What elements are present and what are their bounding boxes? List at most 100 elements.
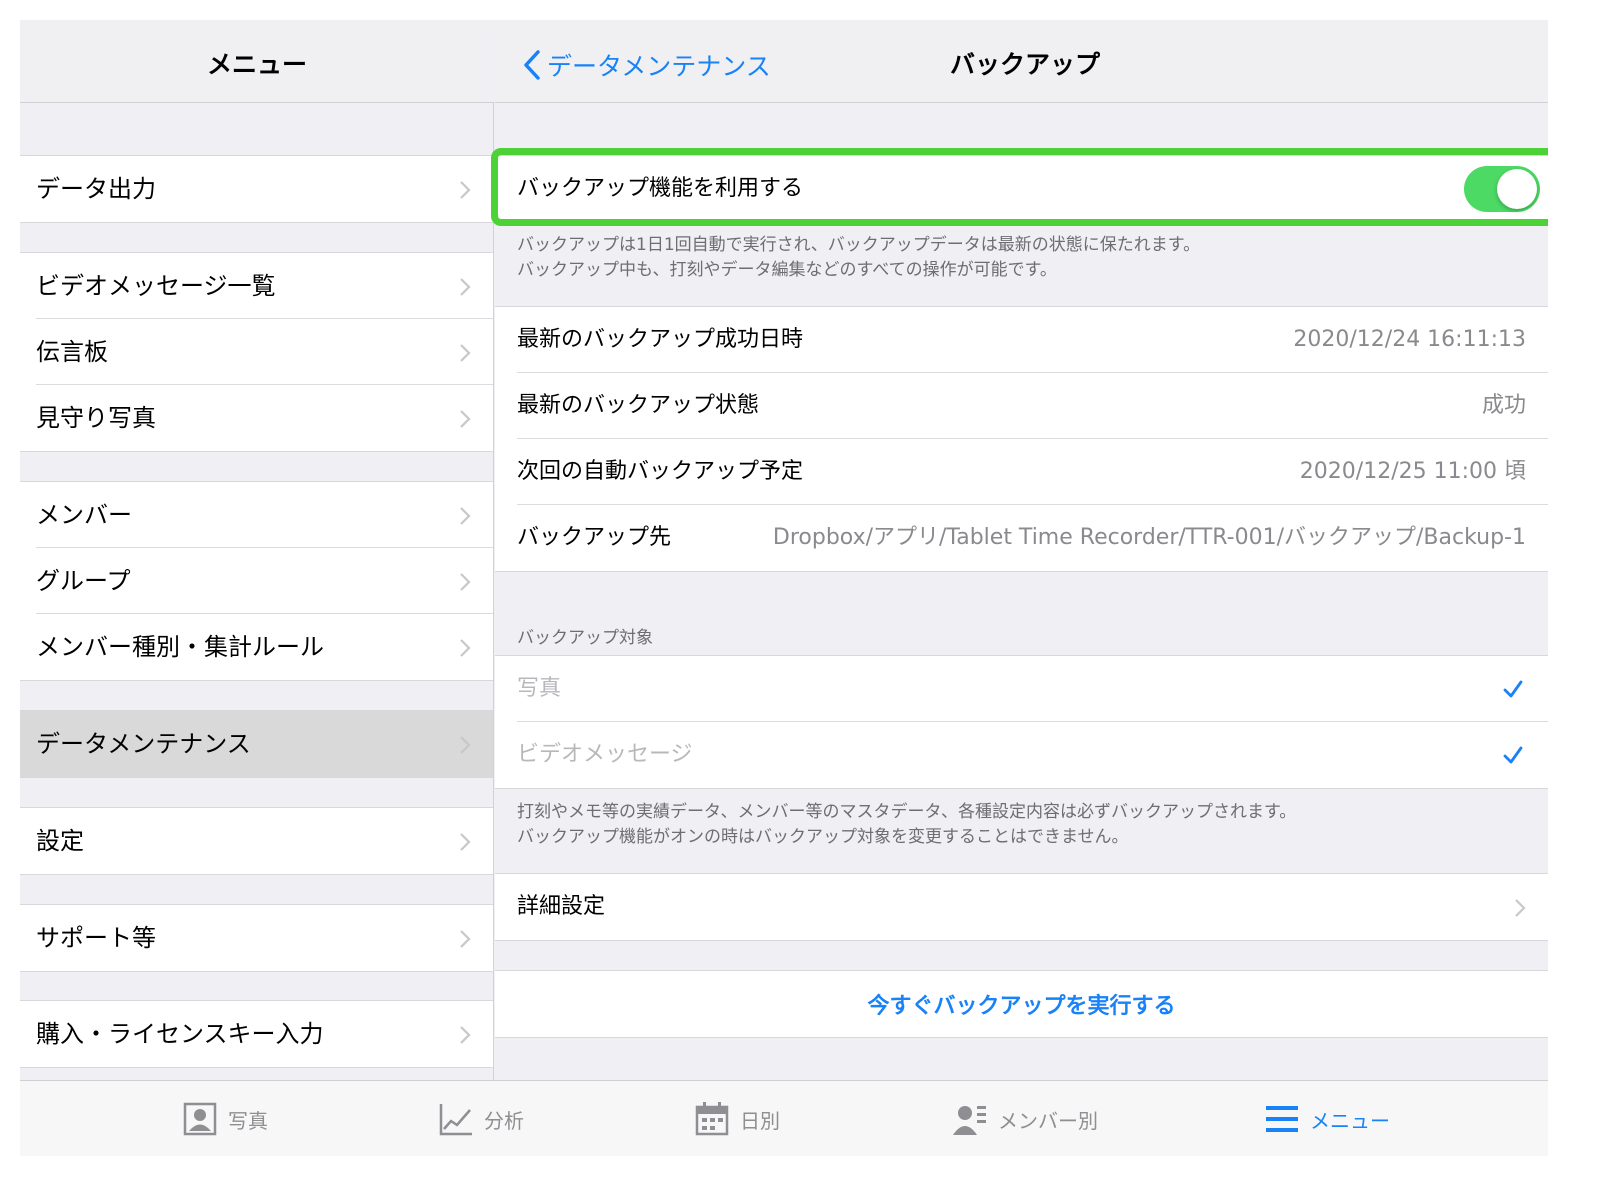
detail-nav-bar: データメンテナンス バックアップ bbox=[495, 20, 1548, 103]
last-status-label: 最新のバックアップ状態 bbox=[517, 393, 760, 418]
sidebar-group-export: データ出力 bbox=[20, 155, 493, 223]
hamburger-menu-icon bbox=[1266, 1106, 1298, 1132]
chevron-right-icon bbox=[459, 572, 471, 592]
last-status-row: 最新のバックアップ状態 成功 bbox=[517, 373, 1548, 439]
toggle-knob bbox=[1497, 169, 1537, 209]
tab-photos[interactable]: 写真 bbox=[182, 1081, 268, 1156]
chevron-right-icon bbox=[459, 832, 471, 852]
backup-toggle-group: バックアップ機能を利用する bbox=[495, 155, 1548, 223]
calendar-icon bbox=[695, 1102, 729, 1136]
sidebar-item-label: データメンテナンス bbox=[36, 730, 251, 758]
checkmark-icon bbox=[1502, 744, 1524, 766]
advanced-group: 詳細設定 bbox=[495, 873, 1548, 941]
app-screen: メニュー データ出力 ビデオメッセージ一覧 伝言板 見守り写真 メンバー グルー… bbox=[20, 20, 1548, 1156]
sidebar: メニュー データ出力 ビデオメッセージ一覧 伝言板 見守り写真 メンバー グルー… bbox=[20, 20, 494, 1080]
sidebar-item-purchase-license[interactable]: 購入・ライセンスキー入力 bbox=[36, 1001, 493, 1067]
backup-status-group: 最新のバックアップ成功日時 2020/12/24 16:11:13 最新のバック… bbox=[495, 306, 1548, 572]
sidebar-item-label: 設定 bbox=[36, 827, 84, 855]
tab-label: 写真 bbox=[228, 1108, 268, 1133]
back-button[interactable]: データメンテナンス bbox=[523, 48, 771, 82]
sidebar-item-label: データ出力 bbox=[36, 175, 156, 203]
target-photos-row[interactable]: 写真 bbox=[517, 656, 1548, 722]
tab-daily[interactable]: 日別 bbox=[694, 1081, 780, 1156]
note-line: バックアップは1日1回自動で実行され、バックアップデータは最新の状態に保たれます… bbox=[517, 235, 1201, 255]
tab-label: 分析 bbox=[484, 1108, 524, 1133]
sidebar-item-member-types[interactable]: メンバー種別・集計ルール bbox=[36, 614, 493, 680]
sidebar-group-maintenance: データメンテナンス bbox=[20, 710, 493, 778]
sidebar-item-video-messages[interactable]: ビデオメッセージ一覧 bbox=[36, 253, 493, 319]
back-button-label: データメンテナンス bbox=[547, 52, 771, 81]
tab-label: 日別 bbox=[740, 1108, 780, 1133]
run-now-group: 今すぐバックアップを実行する bbox=[495, 970, 1548, 1038]
chevron-right-icon bbox=[459, 409, 471, 429]
note-line: バックアップ機能がオンの時はバックアップ対象を変更することはできません。 bbox=[517, 827, 1129, 847]
advanced-settings-row[interactable]: 詳細設定 bbox=[517, 874, 1548, 940]
tab-bar: 写真 分析 日別 メンバー別 メニュー bbox=[20, 1080, 1548, 1156]
backup-toggle-label: バックアップ機能を利用する bbox=[517, 176, 804, 201]
backup-destination-row: バックアップ先 Dropbox/アプリ/Tablet Time Recorder… bbox=[517, 505, 1548, 571]
sidebar-item-label: 見守り写真 bbox=[36, 404, 156, 432]
tab-analysis[interactable]: 分析 bbox=[438, 1081, 524, 1156]
target-photos-label: 写真 bbox=[517, 676, 562, 701]
sidebar-group-purchase: 購入・ライセンスキー入力 bbox=[20, 1000, 493, 1068]
sidebar-item-label: メンバー種別・集計ルール bbox=[36, 633, 324, 661]
last-success-value: 2020/12/24 16:11:13 bbox=[1293, 327, 1526, 352]
chevron-right-icon bbox=[459, 1025, 471, 1045]
sidebar-item-watch-photos[interactable]: 見守り写真 bbox=[36, 385, 493, 451]
sidebar-item-label: グループ bbox=[36, 567, 131, 595]
sidebar-item-support[interactable]: サポート等 bbox=[36, 905, 493, 971]
sidebar-nav-bar: メニュー bbox=[20, 20, 494, 103]
line-chart-icon bbox=[439, 1104, 472, 1136]
sidebar-item-data-maintenance[interactable]: データメンテナンス bbox=[20, 711, 493, 777]
sidebar-item-message-board[interactable]: 伝言板 bbox=[36, 319, 493, 385]
backup-toggle-switch[interactable] bbox=[1464, 166, 1540, 212]
chevron-right-icon bbox=[1514, 898, 1526, 918]
target-video-messages-label: ビデオメッセージ bbox=[517, 742, 693, 767]
backup-targets-note: 打刻やメモ等の実績データ、メンバー等のマスタデータ、各種設定内容は必ずバックアッ… bbox=[517, 800, 1296, 850]
sidebar-title: メニュー bbox=[206, 50, 307, 79]
backup-toggle-row: バックアップ機能を利用する bbox=[517, 156, 1548, 222]
tab-by-member[interactable]: メンバー別 bbox=[952, 1081, 1098, 1156]
sidebar-group-settings: 設定 bbox=[20, 807, 493, 875]
last-success-label: 最新のバックアップ成功日時 bbox=[517, 327, 804, 352]
chevron-right-icon bbox=[459, 929, 471, 949]
sidebar-item-groups[interactable]: グループ bbox=[36, 548, 493, 614]
sidebar-item-label: 伝言板 bbox=[36, 338, 108, 366]
sidebar-item-members[interactable]: メンバー bbox=[36, 482, 493, 548]
sidebar-group-support: サポート等 bbox=[20, 904, 493, 972]
page-title: バックアップ bbox=[949, 50, 1100, 79]
chevron-right-icon bbox=[459, 180, 471, 200]
sidebar-group-messages: ビデオメッセージ一覧 伝言板 見守り写真 bbox=[20, 252, 493, 452]
chevron-right-icon bbox=[459, 638, 471, 658]
portrait-photo-icon bbox=[183, 1102, 217, 1136]
sidebar-group-members: メンバー グループ メンバー種別・集計ルール bbox=[20, 481, 493, 681]
run-backup-now-button[interactable]: 今すぐバックアップを実行する bbox=[495, 971, 1548, 1037]
sidebar-item-label: サポート等 bbox=[36, 924, 156, 952]
advanced-settings-label: 詳細設定 bbox=[517, 894, 606, 919]
chevron-right-icon bbox=[459, 506, 471, 526]
detail-pane: データメンテナンス バックアップ バックアップ機能を利用する バックアップは1日… bbox=[495, 20, 1548, 1080]
chevron-right-icon bbox=[459, 343, 471, 363]
target-video-messages-row[interactable]: ビデオメッセージ bbox=[517, 722, 1548, 788]
next-backup-row: 次回の自動バックアップ予定 2020/12/25 11:00 頃 bbox=[517, 439, 1548, 505]
sidebar-item-label: 購入・ライセンスキー入力 bbox=[36, 1020, 324, 1048]
backup-targets-header: バックアップ対象 bbox=[517, 628, 653, 648]
last-success-row: 最新のバックアップ成功日時 2020/12/24 16:11:13 bbox=[517, 307, 1548, 373]
chevron-right-icon bbox=[459, 277, 471, 297]
backup-toggle-note: バックアップは1日1回自動で実行され、バックアップデータは最新の状態に保たれます… bbox=[517, 233, 1200, 283]
person-list-icon bbox=[953, 1106, 986, 1135]
tab-menu[interactable]: メニュー bbox=[1264, 1081, 1390, 1156]
next-backup-value: 2020/12/25 11:00 頃 bbox=[1299, 459, 1526, 484]
next-backup-label: 次回の自動バックアップ予定 bbox=[517, 459, 804, 484]
chevron-left-icon bbox=[524, 50, 540, 80]
backup-destination-value: Dropbox/アプリ/Tablet Time Recorder/TTR-001… bbox=[772, 525, 1526, 550]
tab-label: メニュー bbox=[1310, 1108, 1390, 1133]
sidebar-item-label: ビデオメッセージ一覧 bbox=[36, 272, 276, 300]
chevron-right-icon bbox=[459, 735, 471, 755]
sidebar-item-data-export[interactable]: データ出力 bbox=[36, 156, 493, 222]
last-status-value: 成功 bbox=[1481, 393, 1526, 418]
sidebar-item-settings[interactable]: 設定 bbox=[36, 808, 493, 874]
tab-label: メンバー別 bbox=[998, 1108, 1098, 1133]
sidebar-item-label: メンバー bbox=[36, 501, 132, 529]
backup-destination-label: バックアップ先 bbox=[517, 525, 672, 550]
